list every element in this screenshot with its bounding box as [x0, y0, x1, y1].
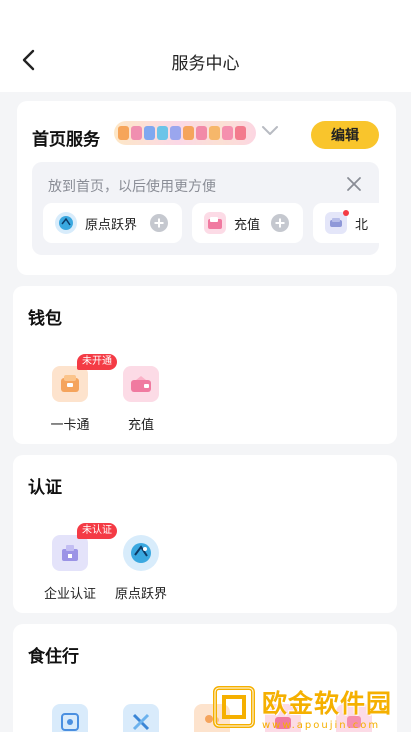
tools-icon[interactable] — [123, 704, 159, 732]
pin-item-yuandian[interactable]: 原点跃界 — [43, 203, 182, 243]
service-item-label: 一卡通 — [50, 418, 90, 433]
preview-icon — [170, 126, 181, 140]
pin-hint-text: 放到首页，以后使用更方便 — [48, 179, 216, 195]
chevron-down-icon[interactable] — [261, 125, 279, 137]
service-item-label: 企业认证 — [43, 587, 96, 602]
certification-card: 认证 企业认证 未认证 原点跃界 — [13, 455, 397, 613]
service-item-label: 原点跃界 — [114, 587, 167, 602]
add-circle-icon[interactable] — [150, 214, 168, 232]
preview-icon — [157, 126, 168, 140]
card-icon — [204, 212, 226, 234]
pin-suggestion-panel: 放到首页，以后使用更方便 原点跃界 充值 北 — [32, 162, 379, 255]
enterprise-icon — [52, 535, 88, 571]
preview-icon — [222, 126, 233, 140]
preview-icon — [183, 126, 194, 140]
pin-item-label: 充值 — [234, 217, 261, 233]
page-title: 服务中心 — [171, 54, 240, 74]
home-services-title: 首页服务 — [32, 130, 100, 150]
wallet-title: 钱包 — [28, 309, 62, 329]
preview-icon — [118, 126, 129, 140]
preview-icon — [235, 126, 246, 140]
wallet-card: 钱包 一卡通 未开通 充值 — [13, 286, 397, 444]
close-icon[interactable] — [345, 175, 363, 193]
car-icon — [325, 210, 349, 234]
pin-item-label: 原点跃界 — [85, 217, 138, 233]
service-item-label: 充值 — [127, 418, 154, 433]
preview-icon — [209, 126, 220, 140]
add-circle-icon[interactable] — [271, 214, 289, 232]
home-services-preview[interactable] — [114, 121, 256, 145]
globe-icon — [123, 535, 159, 571]
header-bar: 服务中心 — [0, 0, 411, 92]
preview-icon — [131, 126, 142, 140]
preview-icon — [196, 126, 207, 140]
watermark-emblem-icon — [213, 686, 255, 728]
watermark-url: www.apoujin.com — [262, 719, 381, 731]
pin-item-label: 北 — [355, 217, 369, 233]
pin-item-recharge[interactable]: 充值 — [192, 203, 303, 243]
pin-item-north[interactable]: 北 — [313, 203, 379, 243]
service-item-recharge[interactable]: 充值 — [106, 366, 176, 433]
recharge-icon — [123, 366, 159, 402]
watermark-logo: 欧金软件园 www.apoujin.com — [212, 684, 408, 731]
dot-badge — [343, 210, 349, 216]
globe-icon — [55, 212, 77, 234]
preview-icon — [144, 126, 155, 140]
home-services-card: 首页服务 编辑 放到首页，以后使用更方便 原点跃界 充值 北 — [17, 101, 396, 275]
scan-icon[interactable] — [52, 704, 88, 732]
food-travel-title: 食住行 — [28, 647, 79, 667]
service-item-enterprise-auth[interactable]: 企业认证 未认证 — [35, 523, 117, 602]
edit-button[interactable]: 编辑 — [311, 121, 379, 149]
service-item-yuandian[interactable]: 原点跃界 — [106, 535, 176, 602]
service-item-yikatong[interactable]: 一卡通 未开通 — [35, 354, 117, 433]
certification-title: 认证 — [28, 478, 62, 498]
watermark-text: 欧金软件园 — [262, 688, 393, 718]
card-pass-icon — [52, 366, 88, 402]
